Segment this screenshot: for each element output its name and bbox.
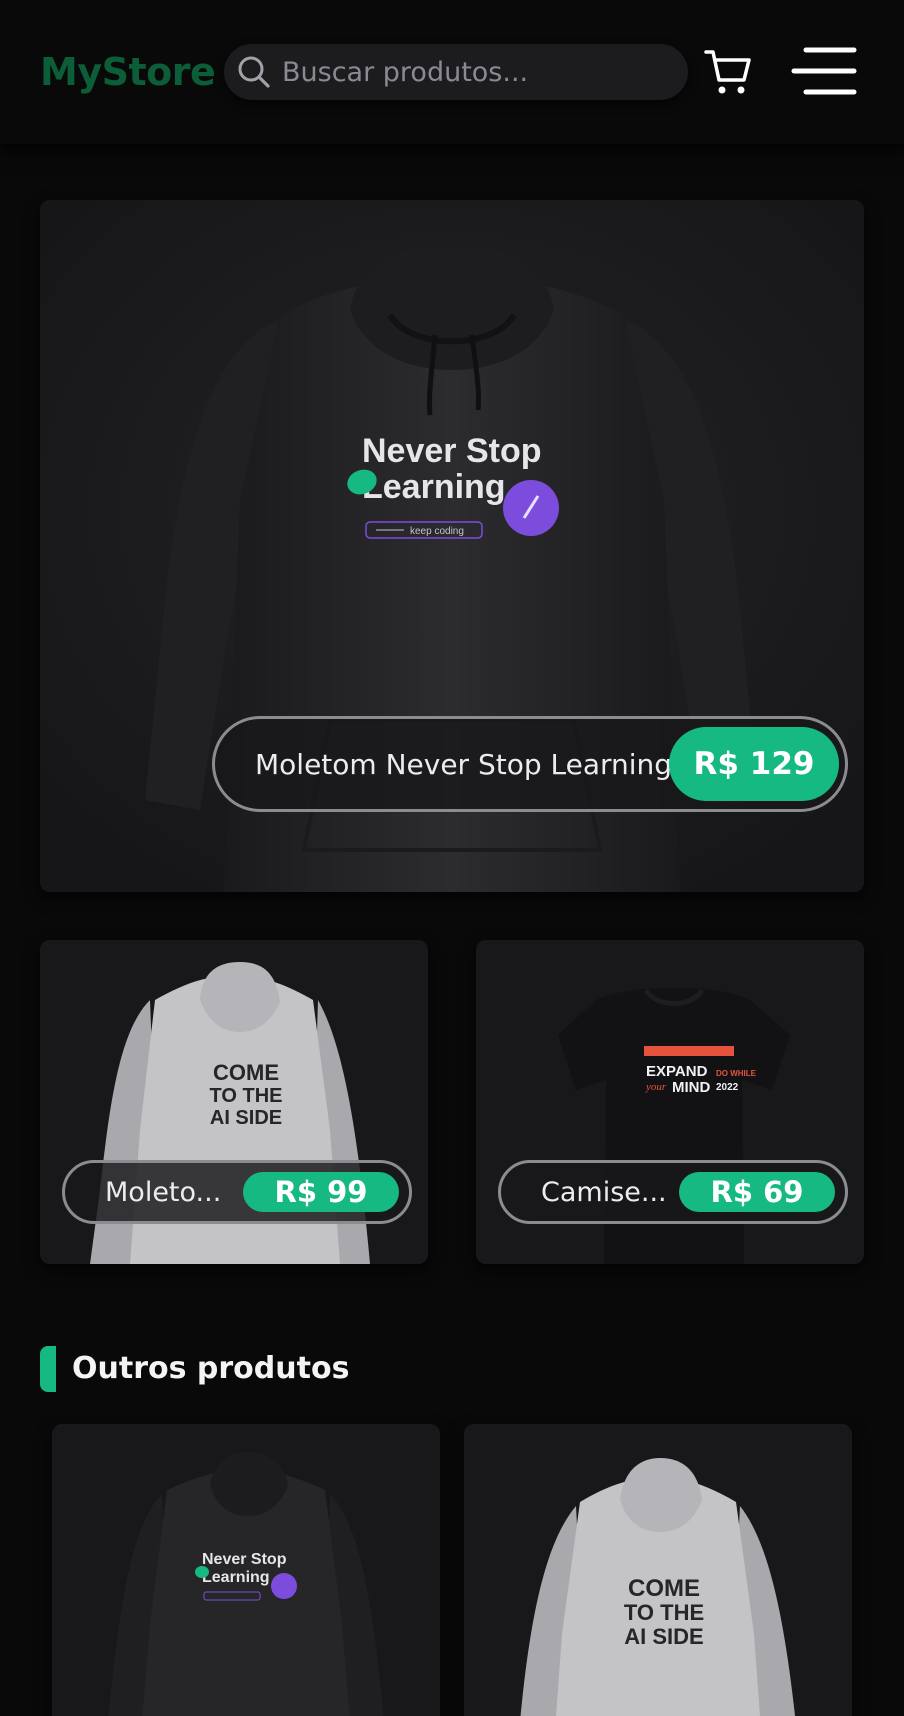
product-price: R$ 99 bbox=[243, 1172, 399, 1212]
print-line: COME bbox=[213, 1060, 279, 1085]
print-line: EXPAND bbox=[646, 1063, 708, 1080]
print-tag: keep coding bbox=[410, 526, 464, 537]
product-price-tag: Camise... R$ 69 bbox=[498, 1160, 848, 1224]
header: MyStore bbox=[0, 0, 904, 144]
print-line1: Never Stop bbox=[202, 1551, 287, 1568]
search-bar[interactable] bbox=[224, 44, 688, 100]
featured-product-card[interactable]: Never Stop Learning keep coding Moletom … bbox=[40, 200, 864, 892]
hoodie-gray-image: COME TO THE AI SIDE bbox=[464, 1424, 852, 1716]
store-logo[interactable]: MyStore bbox=[40, 48, 216, 96]
print-line: COME bbox=[628, 1575, 700, 1602]
print-line: DO WHILE bbox=[716, 1069, 757, 1078]
other-product-card[interactable]: COME TO THE AI SIDE bbox=[464, 1424, 852, 1716]
section-accent-bar bbox=[40, 1346, 56, 1392]
product-card[interactable]: EXPAND your MIND DO WHILE 2022 Camise...… bbox=[476, 940, 864, 1264]
print-line: AI SIDE bbox=[624, 1624, 703, 1649]
featured-product-name: Moletom Never Stop Learning bbox=[255, 747, 673, 781]
search-input[interactable] bbox=[282, 44, 672, 100]
print-line: 2022 bbox=[716, 1082, 739, 1093]
product-price: R$ 69 bbox=[679, 1172, 835, 1212]
print-line: AI SIDE bbox=[210, 1107, 282, 1129]
product-name: Moleto... bbox=[105, 1176, 222, 1208]
menu-icon[interactable] bbox=[790, 46, 858, 96]
featured-price-tag: Moletom Never Stop Learning R$ 129 bbox=[212, 716, 848, 812]
print-line: TO THE bbox=[210, 1085, 283, 1107]
section-title: Outros produtos bbox=[72, 1351, 350, 1386]
product-price-tag: Moleto... R$ 99 bbox=[62, 1160, 412, 1224]
print-line: your bbox=[645, 1081, 667, 1093]
print-line1: Never Stop bbox=[362, 432, 542, 470]
search-icon bbox=[238, 56, 270, 88]
print-stripes bbox=[644, 1046, 734, 1056]
cart-icon[interactable] bbox=[702, 46, 754, 98]
featured-product-price: R$ 129 bbox=[669, 727, 839, 801]
hoodie-black-image: Never Stop Learning bbox=[52, 1424, 440, 1716]
print-line: TO THE bbox=[624, 1600, 704, 1625]
print-line: MIND bbox=[672, 1079, 710, 1096]
print-line2: Learning bbox=[362, 468, 506, 506]
print-line2: Learning bbox=[202, 1569, 270, 1586]
product-name: Camise... bbox=[541, 1176, 667, 1208]
other-product-card[interactable]: Never Stop Learning bbox=[52, 1424, 440, 1716]
product-card[interactable]: COME TO THE AI SIDE Moleto... R$ 99 bbox=[40, 940, 428, 1264]
